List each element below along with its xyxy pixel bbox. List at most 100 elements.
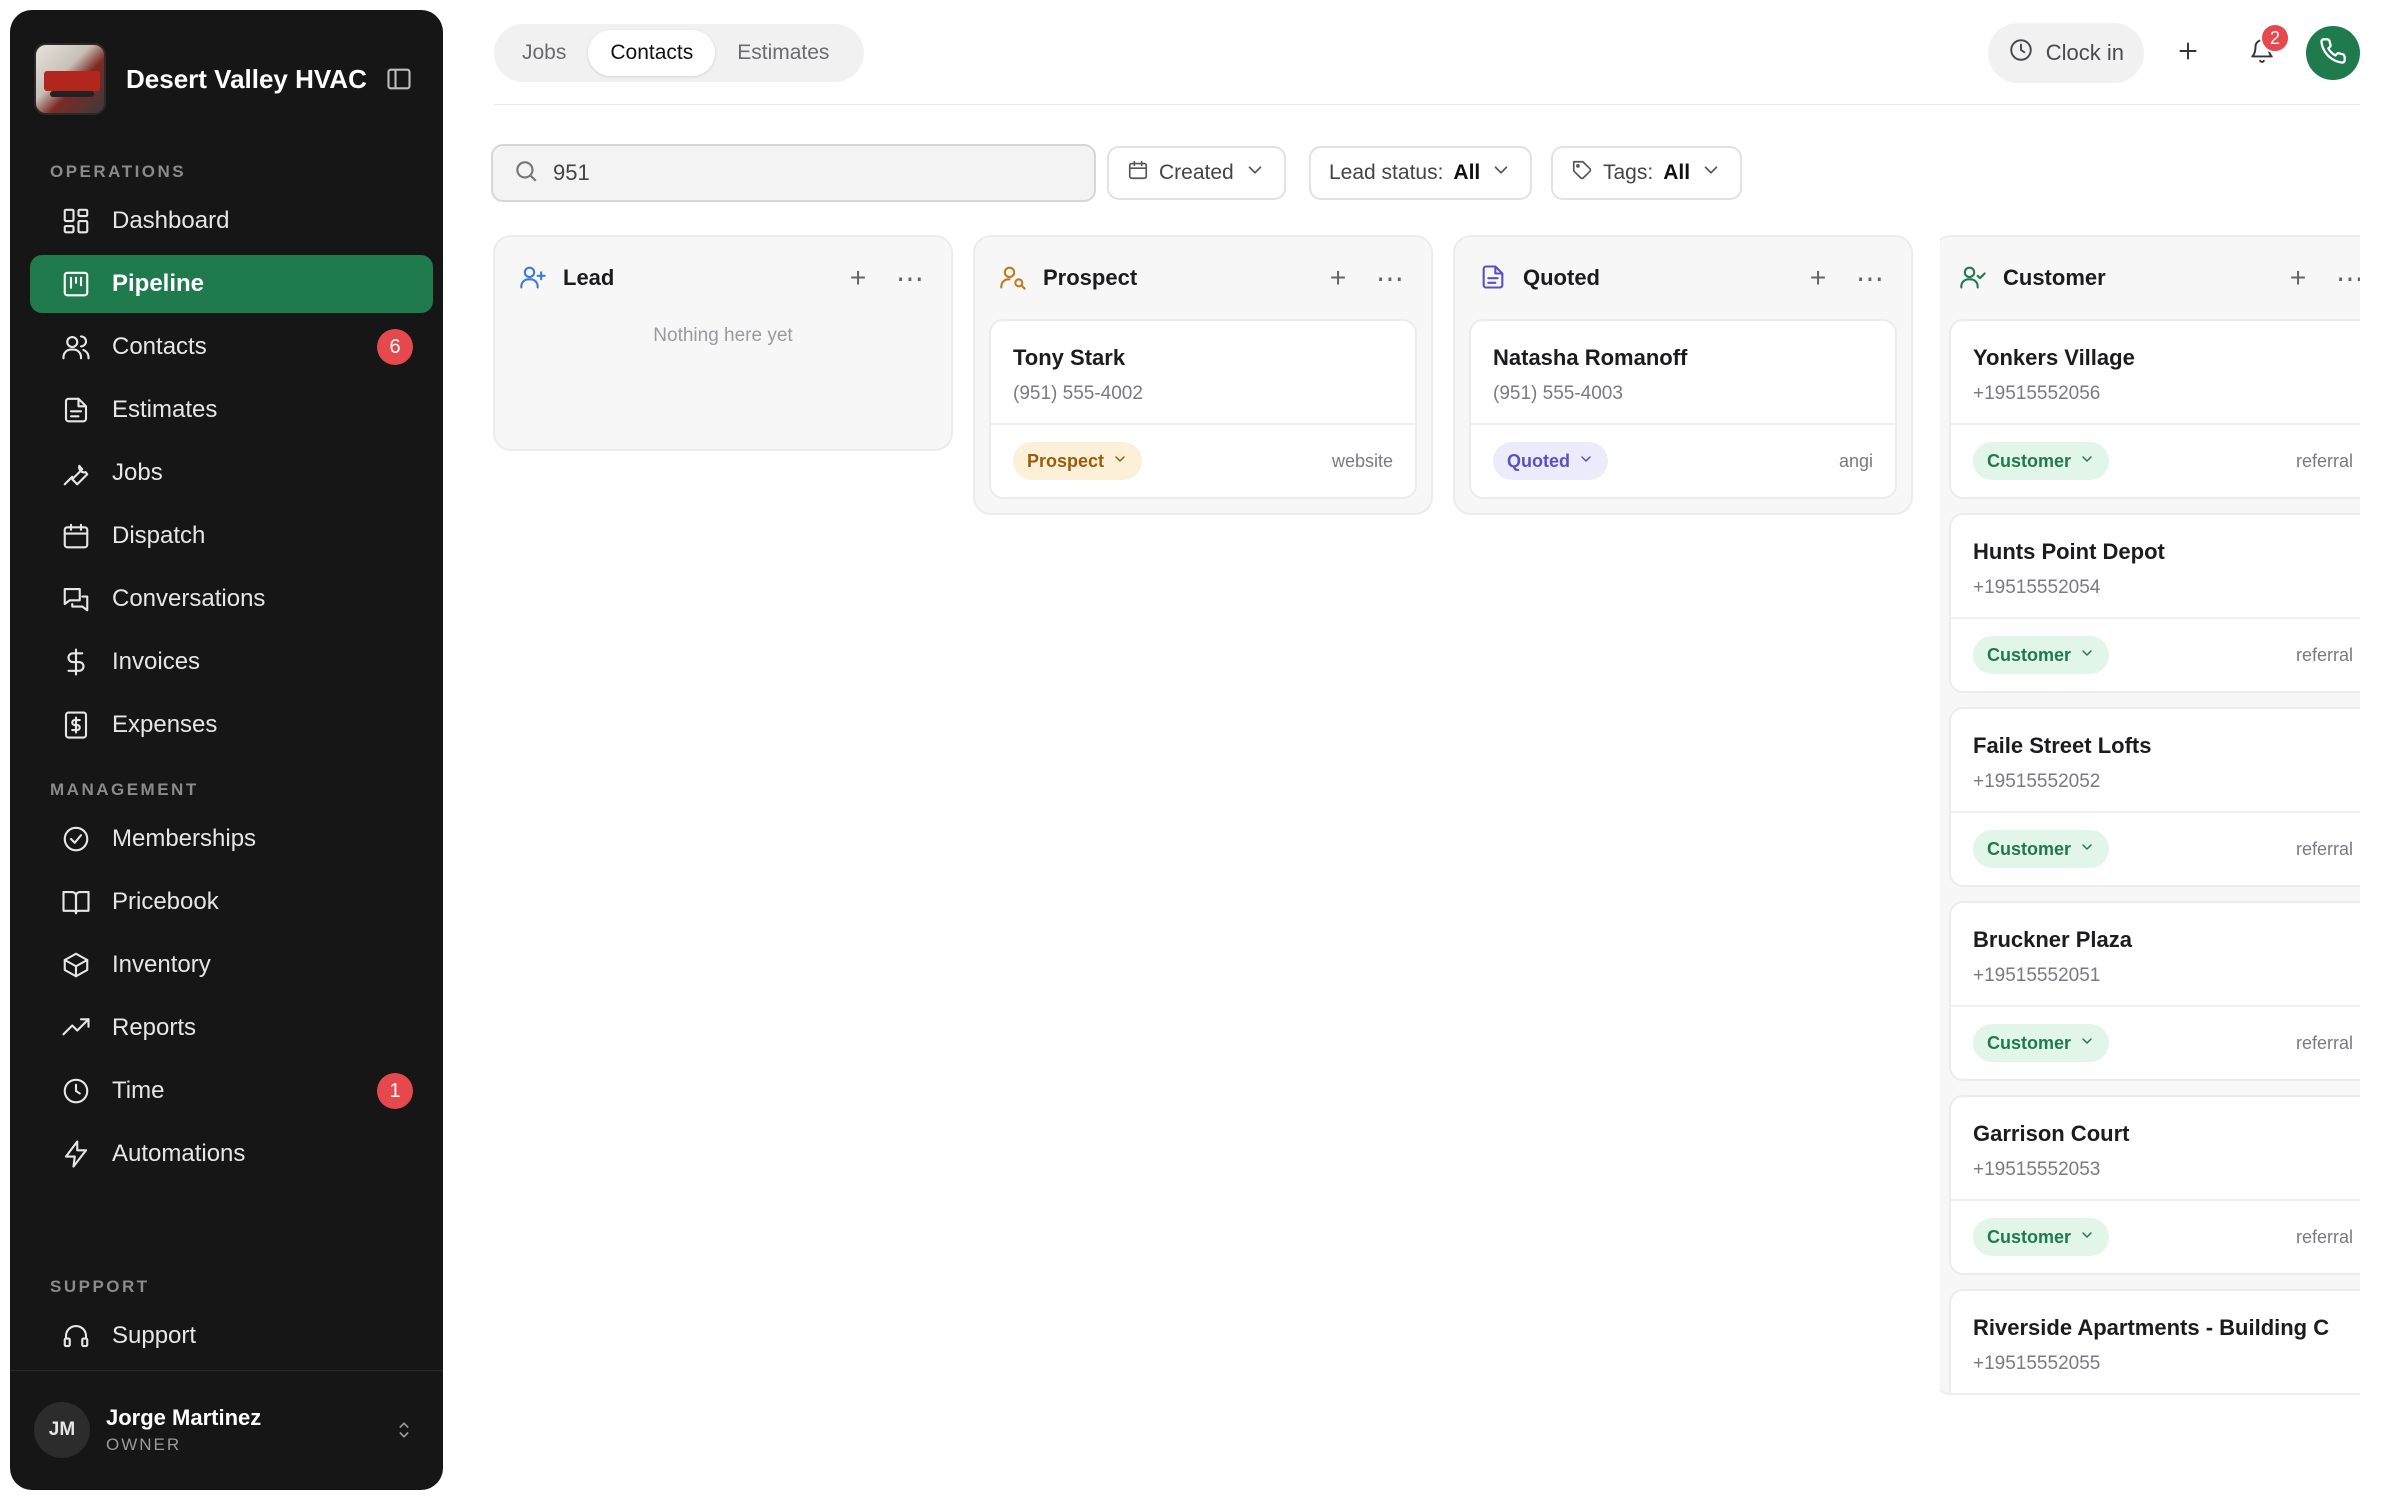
sidebar-item-support[interactable]: Support (30, 1307, 433, 1365)
lead-source: referral (2295, 1032, 2353, 1053)
avatar: JM (34, 1402, 90, 1458)
tab-contacts[interactable]: Contacts (588, 30, 716, 76)
estimates-icon (60, 394, 92, 426)
more-options-icon[interactable]: ⋯ (893, 261, 927, 295)
more-options-icon[interactable]: ⋯ (1853, 261, 1887, 295)
status-dropdown[interactable]: Customer (1973, 636, 2110, 674)
search-box[interactable] (491, 144, 1096, 202)
sidebar-item-dashboard[interactable]: Dashboard (30, 192, 433, 250)
sidebar-item-expenses[interactable]: Expenses (30, 696, 433, 754)
clock-in-button[interactable]: Clock in (1987, 23, 2144, 83)
notifications-button[interactable]: 2 (2232, 23, 2292, 83)
tags-filter[interactable]: Tags: All (1551, 146, 1743, 200)
sidebar-item-pipeline[interactable]: Pipeline (30, 255, 433, 313)
chevron-down-icon (1112, 451, 1128, 472)
tags-label: Tags: (1603, 161, 1654, 184)
search-input[interactable] (553, 160, 1053, 186)
sidebar-item-automations[interactable]: Automations (30, 1125, 433, 1183)
column-title: Lead (563, 265, 615, 290)
status-label: Prospect (1027, 450, 1105, 471)
tab-estimates[interactable]: Estimates (715, 30, 851, 76)
sidebar-item-invoices[interactable]: Invoices (30, 633, 433, 691)
sidebar-item-time[interactable]: Time 1 (30, 1062, 433, 1120)
contact-name: Yonkers Village (1973, 345, 2135, 370)
contact-card[interactable]: Yonkers Village +19515552056 Customer re… (1949, 319, 2360, 499)
status-dropdown[interactable]: Customer (1973, 1218, 2110, 1256)
chat-icon (60, 583, 92, 615)
contact-card[interactable]: Natasha Romanoff (951) 555-4003 Quoted a… (1469, 319, 1897, 499)
contact-card[interactable]: Riverside Apartments - Building C +19515… (1949, 1289, 2360, 1393)
contact-card[interactable]: Tony Stark (951) 555-4002 Prospect websi… (989, 319, 1417, 499)
status-dropdown[interactable]: Prospect (1013, 442, 1143, 480)
phone-icon (2319, 37, 2347, 70)
clock-icon (60, 1075, 92, 1107)
status-dropdown[interactable]: Quoted (1493, 442, 1608, 480)
sidebar-item-label: Expenses (112, 711, 218, 738)
tag-icon (1571, 159, 1593, 187)
contact-card[interactable]: Hunts Point Depot +19515552054 Customer … (1949, 513, 2360, 693)
add-card-plus-icon[interactable]: + (1321, 261, 1355, 295)
contact-card[interactable]: Bruckner Plaza +19515552051 Customer ref… (1949, 901, 2360, 1081)
board-overflow-area[interactable]: Customer + ⋯ Yonkers Village +1951555205… (1940, 230, 2360, 1430)
more-options-icon[interactable]: ⋯ (2333, 261, 2360, 295)
status-dropdown[interactable]: Customer (1973, 1024, 2110, 1062)
sidebar: Desert Valley HVAC OPERATIONS Dashboard … (10, 10, 443, 1490)
sidebar-item-label: Contacts (112, 333, 207, 360)
add-button[interactable] (2158, 23, 2218, 83)
contact-card[interactable]: Faile Street Lofts +19515552052 Customer… (1949, 707, 2360, 887)
tags-value: All (1663, 161, 1691, 184)
contact-card[interactable]: Garrison Court +19515552053 Customer ref… (1949, 1095, 2360, 1275)
sidebar-item-label: Invoices (112, 648, 201, 675)
trend-icon (60, 1012, 92, 1044)
column-title: Prospect (1043, 265, 1138, 290)
sidebar-item-conversations[interactable]: Conversations (30, 570, 433, 628)
sidebar-item-pricebook[interactable]: Pricebook (30, 873, 433, 931)
chevron-down-icon (2079, 451, 2095, 472)
chevron-up-down-icon[interactable] (389, 1418, 419, 1442)
add-card-plus-icon[interactable]: + (2281, 261, 2315, 295)
sidebar-item-label: Jobs (112, 459, 163, 486)
status-label: Customer (1987, 1032, 2072, 1053)
created-filter[interactable]: Created (1107, 146, 1286, 200)
sidebar-item-label: Dispatch (112, 522, 206, 549)
status-label: Quoted (1507, 450, 1570, 471)
wrench-icon (60, 457, 92, 489)
sidebar-item-label: Time (112, 1077, 165, 1104)
sidebar-item-contacts[interactable]: Contacts 6 (30, 318, 433, 376)
contact-phone: (951) 555-4003 (1493, 383, 1623, 404)
user-menu[interactable]: JM Jorge Martinez OWNER (34, 1388, 419, 1472)
time-count-badge: 1 (377, 1073, 413, 1109)
sidebar-item-label: Dashboard (112, 207, 230, 234)
sidebar-item-label: Reports (112, 1014, 197, 1041)
sidebar-item-dispatch[interactable]: Dispatch (30, 507, 433, 565)
lead-source: referral (2295, 450, 2353, 471)
chevron-down-icon (2079, 1033, 2095, 1054)
sidebar-item-jobs[interactable]: Jobs (30, 444, 433, 502)
topbar-actions: Clock in 2 (1987, 22, 2360, 84)
sidebar-item-reports[interactable]: Reports (30, 999, 433, 1057)
lead-status-label: Lead status: (1329, 161, 1444, 184)
calendar-icon (1127, 159, 1149, 187)
tab-jobs[interactable]: Jobs (500, 30, 588, 76)
sidebar-item-memberships[interactable]: Memberships (30, 810, 433, 868)
clock-icon (2008, 37, 2034, 69)
board-column-prospect: Prospect + ⋯ Tony Stark (951) 555-4002 P… (973, 235, 1433, 515)
status-dropdown[interactable]: Customer (1973, 830, 2110, 868)
brand[interactable]: Desert Valley HVAC (34, 34, 419, 124)
sidebar-collapse-icon[interactable] (379, 59, 419, 99)
more-options-icon[interactable]: ⋯ (1373, 261, 1407, 295)
add-card-plus-icon[interactable]: + (841, 261, 875, 295)
search-icon (513, 158, 539, 189)
add-card-plus-icon[interactable]: + (1801, 261, 1835, 295)
user-search-icon (999, 263, 1029, 293)
topbar-divider (494, 104, 2360, 105)
sidebar-item-inventory[interactable]: Inventory (30, 936, 433, 994)
column-title: Quoted (1523, 265, 1600, 290)
lead-status-filter[interactable]: Lead status: All (1309, 146, 1533, 200)
phone-button[interactable] (2306, 26, 2360, 80)
sidebar-item-estimates[interactable]: Estimates (30, 381, 433, 439)
status-dropdown[interactable]: Customer (1973, 442, 2110, 480)
chevron-down-icon (2079, 645, 2095, 666)
status-label: Customer (1987, 1226, 2072, 1247)
chevron-down-icon (2079, 839, 2095, 860)
